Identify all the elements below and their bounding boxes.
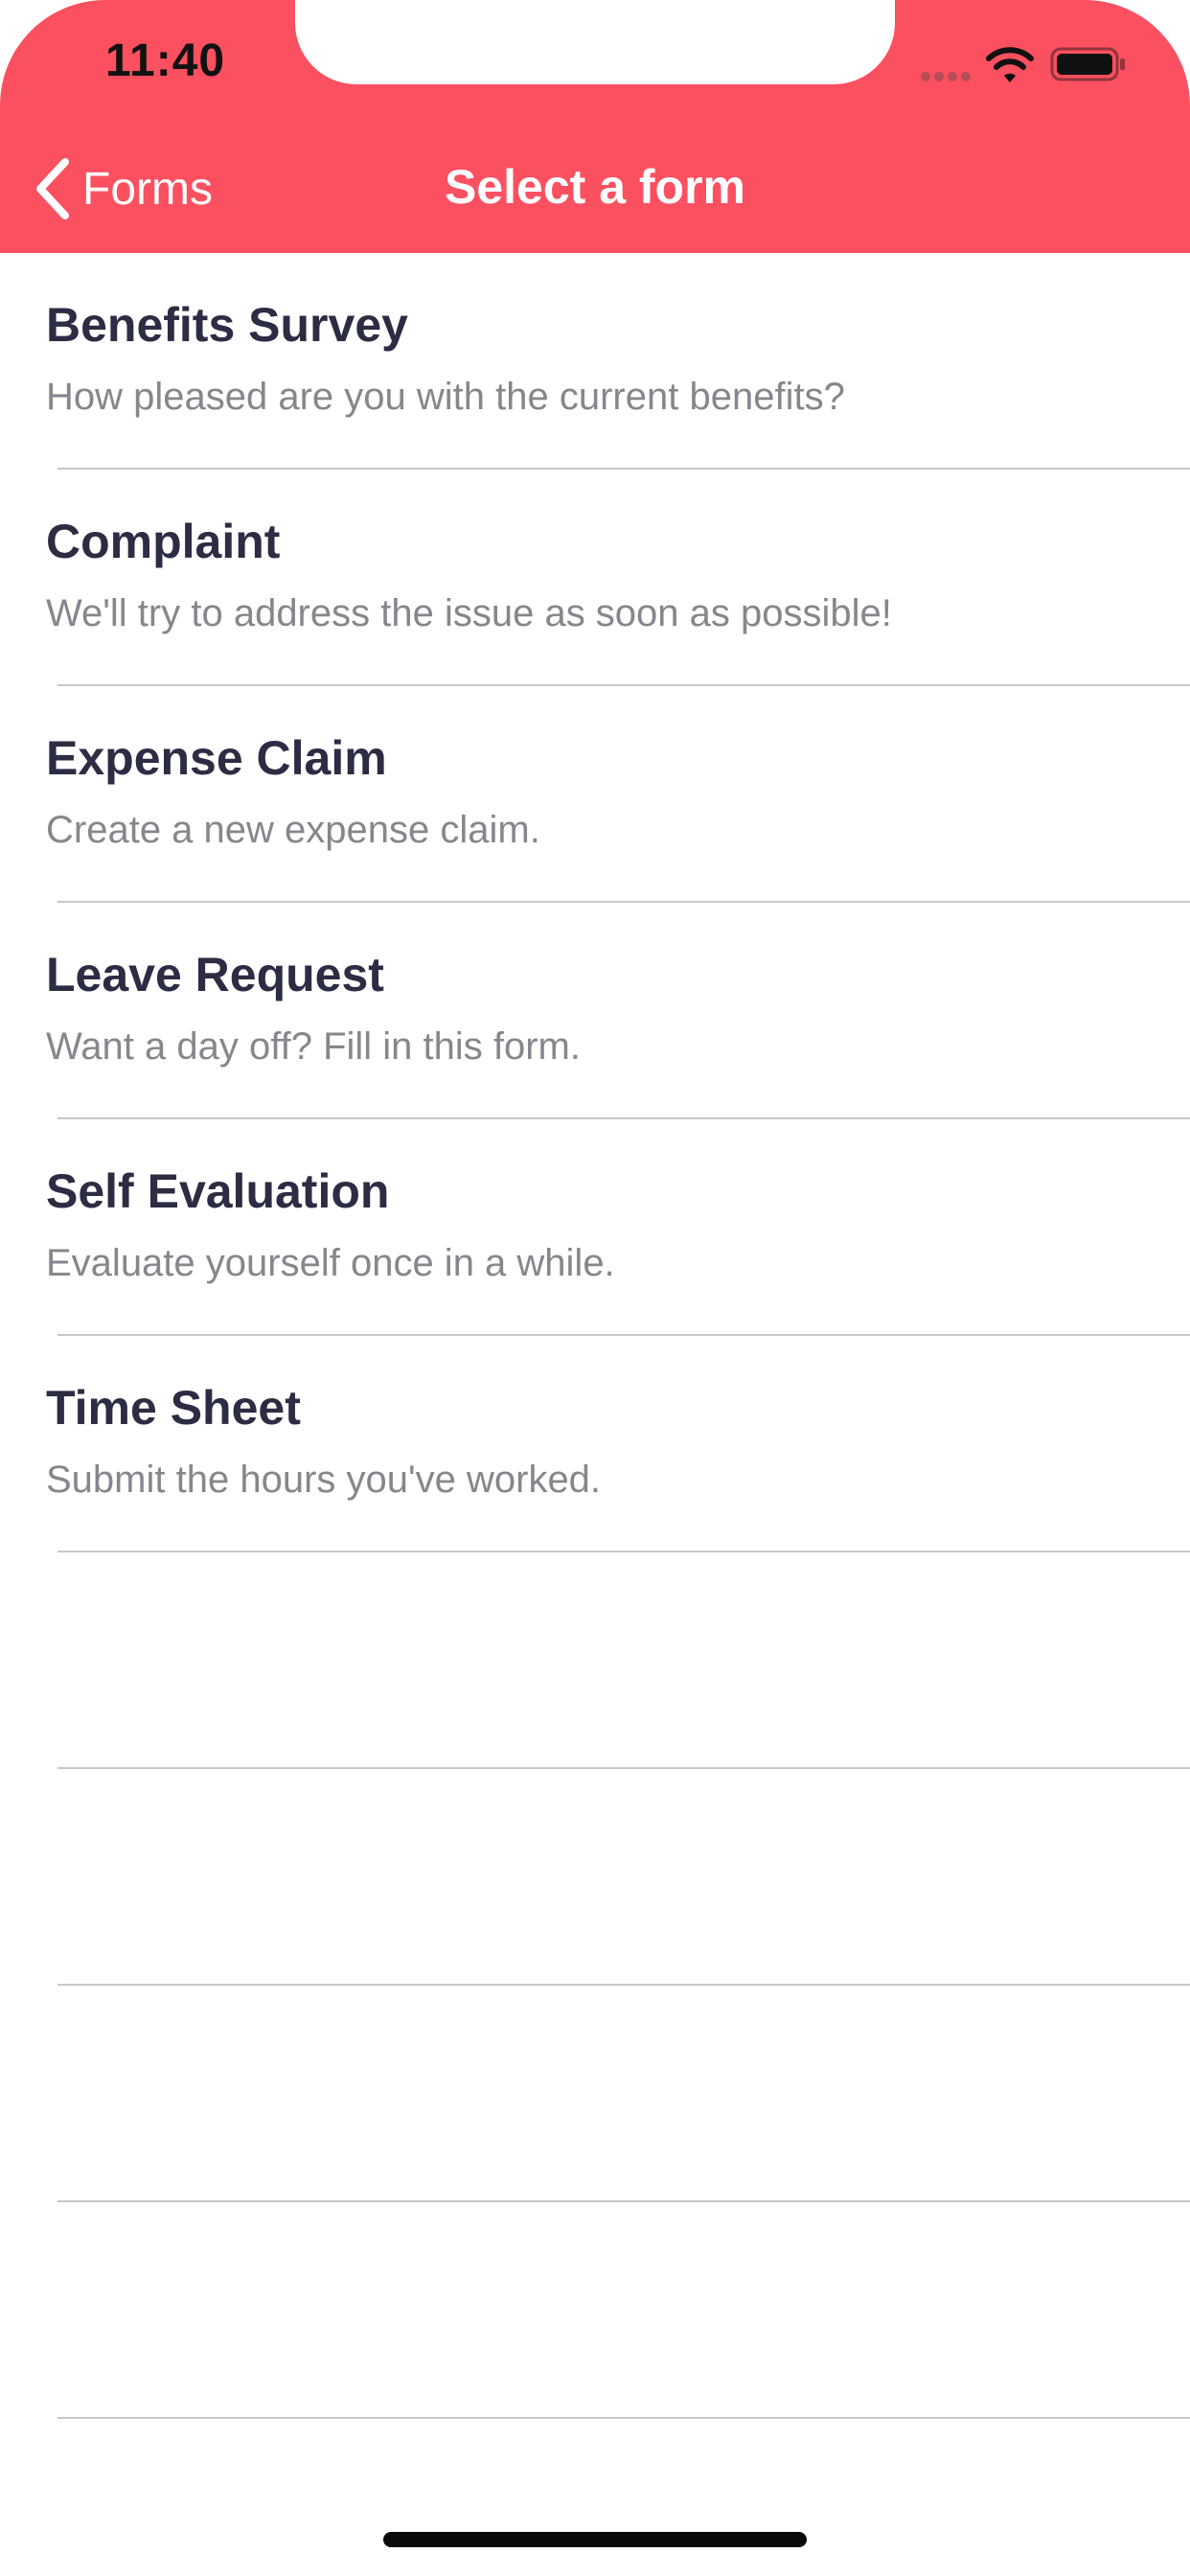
list-item-subtitle: How pleased are you with the current ben… [46, 376, 845, 418]
empty-row [57, 2202, 1190, 2419]
forms-list: Benefits Survey How pleased are you with… [0, 253, 1190, 2419]
navigation-header: 11:40 Forms Select a form [0, 0, 1190, 253]
list-item[interactable]: Benefits Survey How pleased are you with… [46, 253, 1190, 470]
list-item-title: Benefits Survey [46, 298, 408, 352]
list-item-title: Expense Claim [46, 731, 387, 785]
home-indicator[interactable] [383, 2532, 807, 2547]
page-title: Select a form [444, 160, 745, 214]
list-item[interactable]: Complaint We'll try to address the issue… [46, 470, 1190, 686]
device-notch [295, 0, 895, 84]
list-item-subtitle: Create a new expense claim. [46, 809, 540, 851]
wifi-icon [986, 47, 1034, 82]
list-item[interactable]: Leave Request Want a day off? Fill in th… [46, 903, 1190, 1119]
list-item[interactable]: Time Sheet Submit the hours you've worke… [46, 1336, 1190, 1552]
list-item-subtitle: Want a day off? Fill in this form. [46, 1025, 581, 1068]
list-item-subtitle: Submit the hours you've worked. [46, 1459, 602, 1501]
list-item-title: Time Sheet [46, 1381, 301, 1435]
list-item-title: Self Evaluation [46, 1164, 390, 1218]
list-item-subtitle: We'll try to address the issue as soon a… [46, 592, 892, 634]
list-item[interactable]: Self Evaluation Evaluate yourself once i… [46, 1119, 1190, 1336]
list-item-title: Leave Request [46, 948, 384, 1001]
status-time: 11:40 [105, 35, 226, 86]
empty-row [57, 1552, 1190, 1769]
empty-row [57, 1986, 1190, 2202]
list-item-title: Complaint [46, 515, 281, 568]
list-item-subtitle: Evaluate yourself once in a while. [46, 1242, 615, 1284]
cellular-signal-icon [921, 72, 971, 81]
battery-icon [1050, 47, 1125, 81]
list-item[interactable]: Expense Claim Create a new expense claim… [46, 686, 1190, 903]
empty-row [57, 1769, 1190, 1986]
